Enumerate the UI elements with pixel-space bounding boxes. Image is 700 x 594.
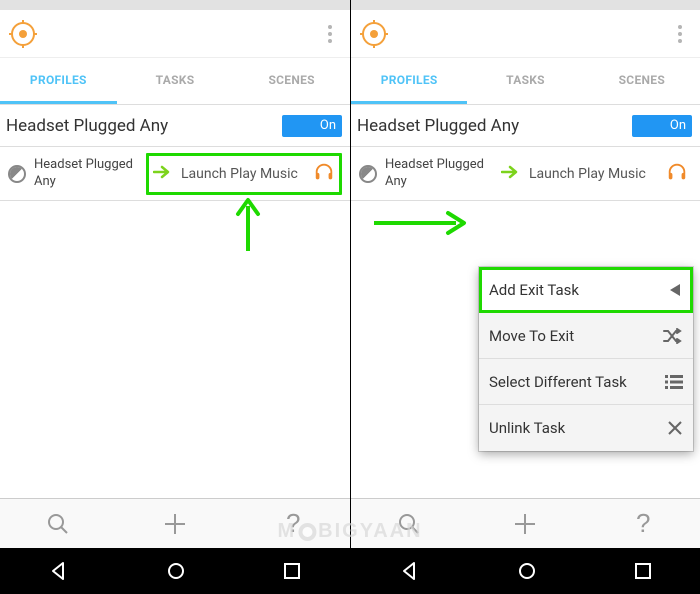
profile-toggle[interactable]: On — [632, 115, 692, 137]
menu-move-to-exit[interactable]: Move To Exit — [479, 313, 693, 359]
nav-back[interactable] — [400, 561, 420, 581]
left-screenshot: PROFILES TASKS SCENES Headset Plugged An… — [0, 0, 350, 594]
profile-condition-label: Headset Plugged Any — [385, 157, 497, 190]
tab-profiles[interactable]: PROFILES — [351, 58, 467, 104]
menu-add-exit-task[interactable]: Add Exit Task — [479, 267, 693, 313]
headphones-icon — [666, 161, 688, 187]
tab-bar: PROFILES TASKS SCENES — [351, 58, 700, 104]
arrow-right-icon — [501, 164, 521, 183]
tab-scenes[interactable]: SCENES — [233, 58, 350, 104]
overflow-menu-icon[interactable] — [318, 10, 342, 58]
menu-label: Unlink Task — [489, 419, 565, 437]
add-button[interactable] — [467, 499, 583, 548]
context-menu: Add Exit Task Move To Exit Select Differ… — [479, 267, 693, 451]
tab-bar: PROFILES TASKS SCENES — [0, 58, 350, 104]
annotation-arrow-up — [228, 196, 268, 260]
app-icon — [8, 19, 38, 49]
tab-tasks[interactable]: TASKS — [117, 58, 234, 104]
help-button[interactable]: ? — [584, 499, 700, 548]
section-title: Headset Plugged Any — [6, 116, 168, 136]
nav-recent[interactable] — [634, 562, 652, 580]
section-header: Headset Plugged Any On — [351, 105, 700, 147]
nav-recent[interactable] — [283, 562, 301, 580]
right-screenshot: PROFILES TASKS SCENES Headset Plugged An… — [350, 0, 700, 594]
search-button[interactable] — [0, 499, 117, 548]
state-icon — [359, 165, 377, 183]
content-area: Add Exit Task Move To Exit Select Differ… — [351, 201, 700, 498]
annotation-arrow-right — [370, 208, 470, 242]
add-button[interactable] — [117, 499, 234, 548]
menu-select-different[interactable]: Select Different Task — [479, 359, 693, 405]
profile-row[interactable]: Headset Plugged Any Launch Play Music — [0, 147, 350, 201]
task-name: Launch Play Music — [529, 166, 662, 182]
list-icon — [665, 375, 683, 389]
status-bar — [351, 0, 700, 10]
status-bar — [0, 0, 350, 10]
menu-unlink-task[interactable]: Unlink Task — [479, 405, 693, 451]
action-bar — [0, 10, 350, 58]
app-icon — [359, 19, 389, 49]
triangle-left-icon — [667, 282, 683, 298]
profile-condition-label: Headset Plugged Any — [34, 157, 146, 190]
profile-row[interactable]: Headset Plugged Any Launch Play Music — [351, 147, 700, 201]
overflow-menu-icon[interactable] — [668, 10, 692, 58]
nav-home[interactable] — [517, 561, 537, 581]
profile-toggle[interactable]: On — [282, 115, 342, 137]
task-name: Launch Play Music — [181, 166, 309, 182]
tab-profiles[interactable]: PROFILES — [0, 58, 117, 104]
close-icon — [667, 420, 683, 436]
action-bar — [351, 10, 700, 58]
menu-label: Select Different Task — [489, 373, 627, 391]
svg-text:?: ? — [636, 510, 650, 538]
state-icon — [8, 165, 26, 183]
menu-label: Move To Exit — [489, 327, 574, 345]
menu-label: Add Exit Task — [489, 281, 579, 299]
content-area — [0, 201, 350, 498]
tab-tasks[interactable]: TASKS — [467, 58, 583, 104]
section-title: Headset Plugged Any — [357, 116, 519, 136]
section-header: Headset Plugged Any On — [0, 105, 350, 147]
tab-scenes[interactable]: SCENES — [584, 58, 700, 104]
android-navbar — [351, 548, 700, 594]
watermark: MBIGYAAN — [277, 520, 422, 543]
task-link[interactable]: Launch Play Music — [497, 153, 692, 195]
shuffle-icon — [663, 328, 683, 344]
headphones-icon — [313, 161, 335, 187]
arrow-right-icon — [153, 164, 173, 183]
nav-back[interactable] — [49, 561, 69, 581]
android-navbar — [0, 548, 350, 594]
nav-home[interactable] — [166, 561, 186, 581]
task-link-highlighted[interactable]: Launch Play Music — [146, 153, 342, 195]
